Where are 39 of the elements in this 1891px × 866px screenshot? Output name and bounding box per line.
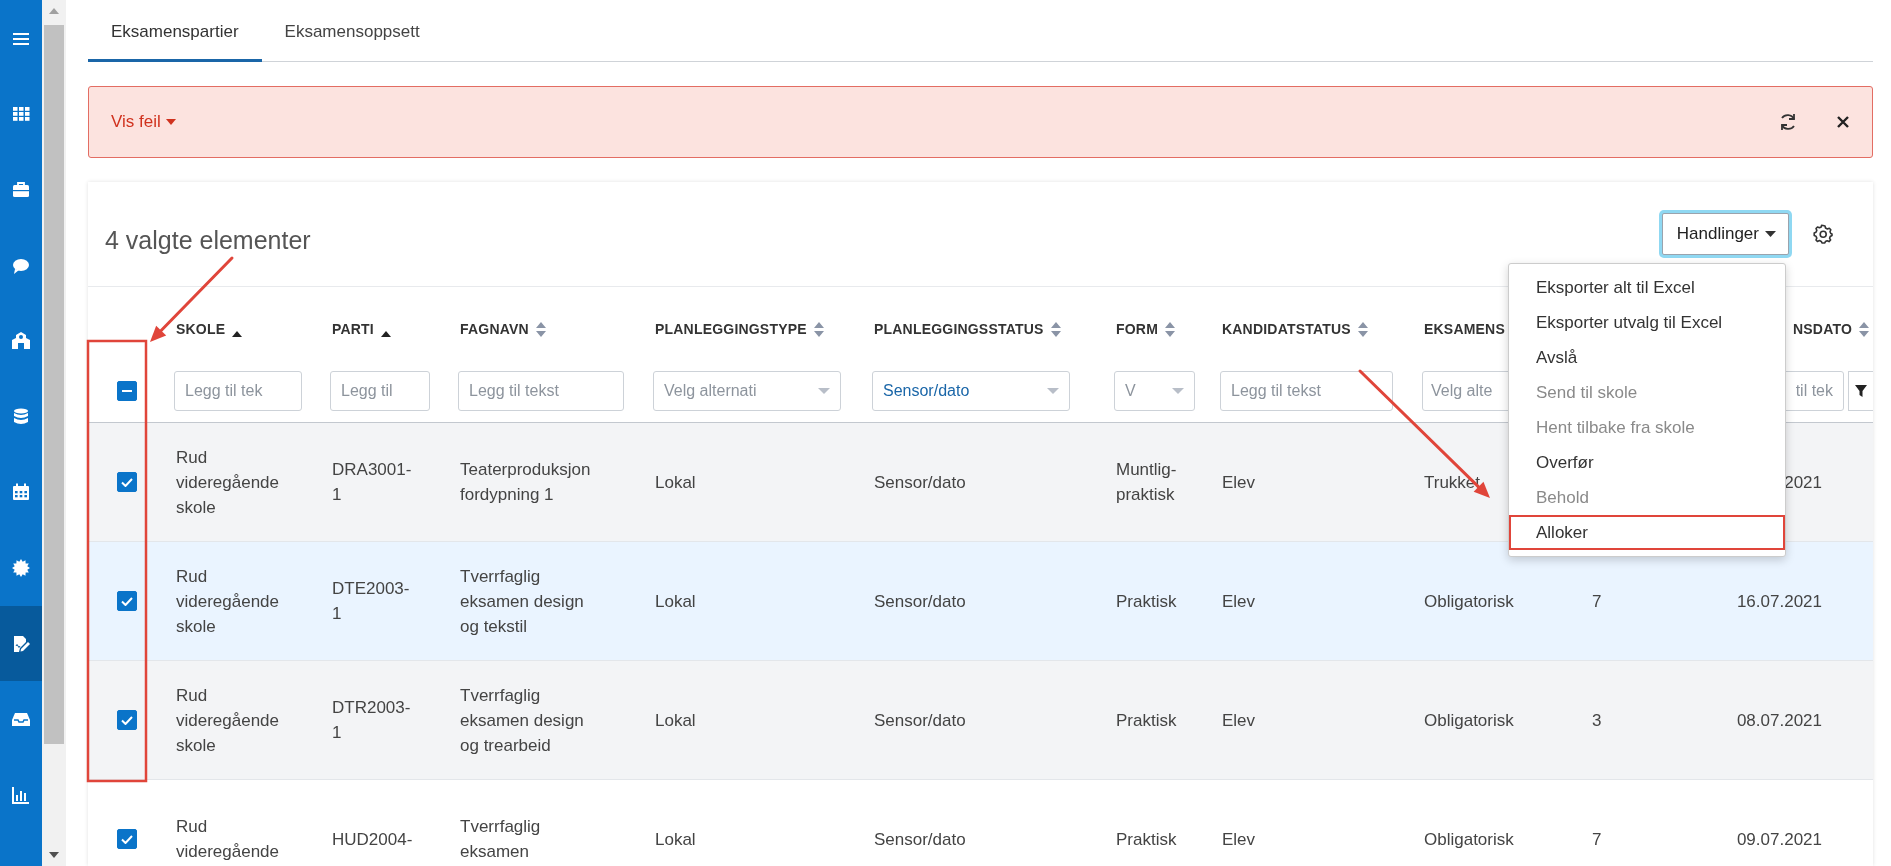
table-cell-text: DTE2003- 1 (332, 578, 410, 625)
table-cell-text: Praktisk (1116, 828, 1177, 851)
table-cell-text: 2021 (1784, 471, 1822, 494)
table-cell-text: Sensor/dato (874, 828, 966, 851)
table-cell-text: 7 (1592, 590, 1602, 613)
table-cell-text: 16.07.2021 (1736, 590, 1822, 613)
table-cell-text: Sensor/dato (874, 590, 966, 613)
table-cell-text: Sensor/dato (874, 471, 966, 494)
table-cell-text: DRA3001- 1 (332, 459, 412, 506)
table-cell-text: Lokal (655, 590, 696, 613)
table-cell-text: Lokal (655, 709, 696, 732)
table-cell-text: 7 (1592, 828, 1602, 851)
table-cell-text: Sensor/dato (874, 709, 966, 732)
table-cell-text: 3 (1592, 709, 1602, 732)
table-cell-text: HUD2004- (332, 828, 413, 851)
table-cell-text: Rud videregående skole (176, 446, 280, 519)
table-cell-text: 09.07.2021 (1736, 828, 1822, 851)
table-cell-text: Teaterproduksjon fordypning 1 (460, 459, 591, 506)
table-cell-text: Lokal (655, 471, 696, 494)
table-cell-text: Muntlig- praktisk (1116, 459, 1177, 506)
table-cell-text: Tverrfaglig eksamen design og trearbeid (460, 684, 584, 757)
table-cell-text: Obligatorisk (1424, 590, 1514, 613)
table-cell-text: Rud videregående skole (176, 565, 280, 638)
selection-count: 4 valgte elementer (105, 225, 312, 255)
table-cell-text: 08.07.2021 (1736, 709, 1822, 732)
table-cell-text: Lokal (655, 828, 696, 851)
table-cell-text: Praktisk (1116, 590, 1177, 613)
table-cell-text: Tverrfaglig eksamen (460, 816, 541, 863)
table-cell-text: Elev (1222, 471, 1256, 494)
table-cell-text: Rud videregående skole (176, 684, 280, 757)
table-cell-text: Elev (1222, 590, 1256, 613)
table-cell-text: Obligatorisk (1424, 828, 1514, 851)
table-cell-text: Rud videregående (176, 816, 280, 863)
table-cell-text: DTR2003- 1 (332, 697, 411, 744)
table-cell-text: Tverrfaglig eksamen design og tekstil (460, 565, 584, 638)
table-cell-text: Praktisk (1116, 709, 1177, 732)
table-cell-text: Elev (1222, 709, 1256, 732)
table-cell-text: Elev (1222, 828, 1256, 851)
table-cell-text: Obligatorisk (1424, 709, 1514, 732)
